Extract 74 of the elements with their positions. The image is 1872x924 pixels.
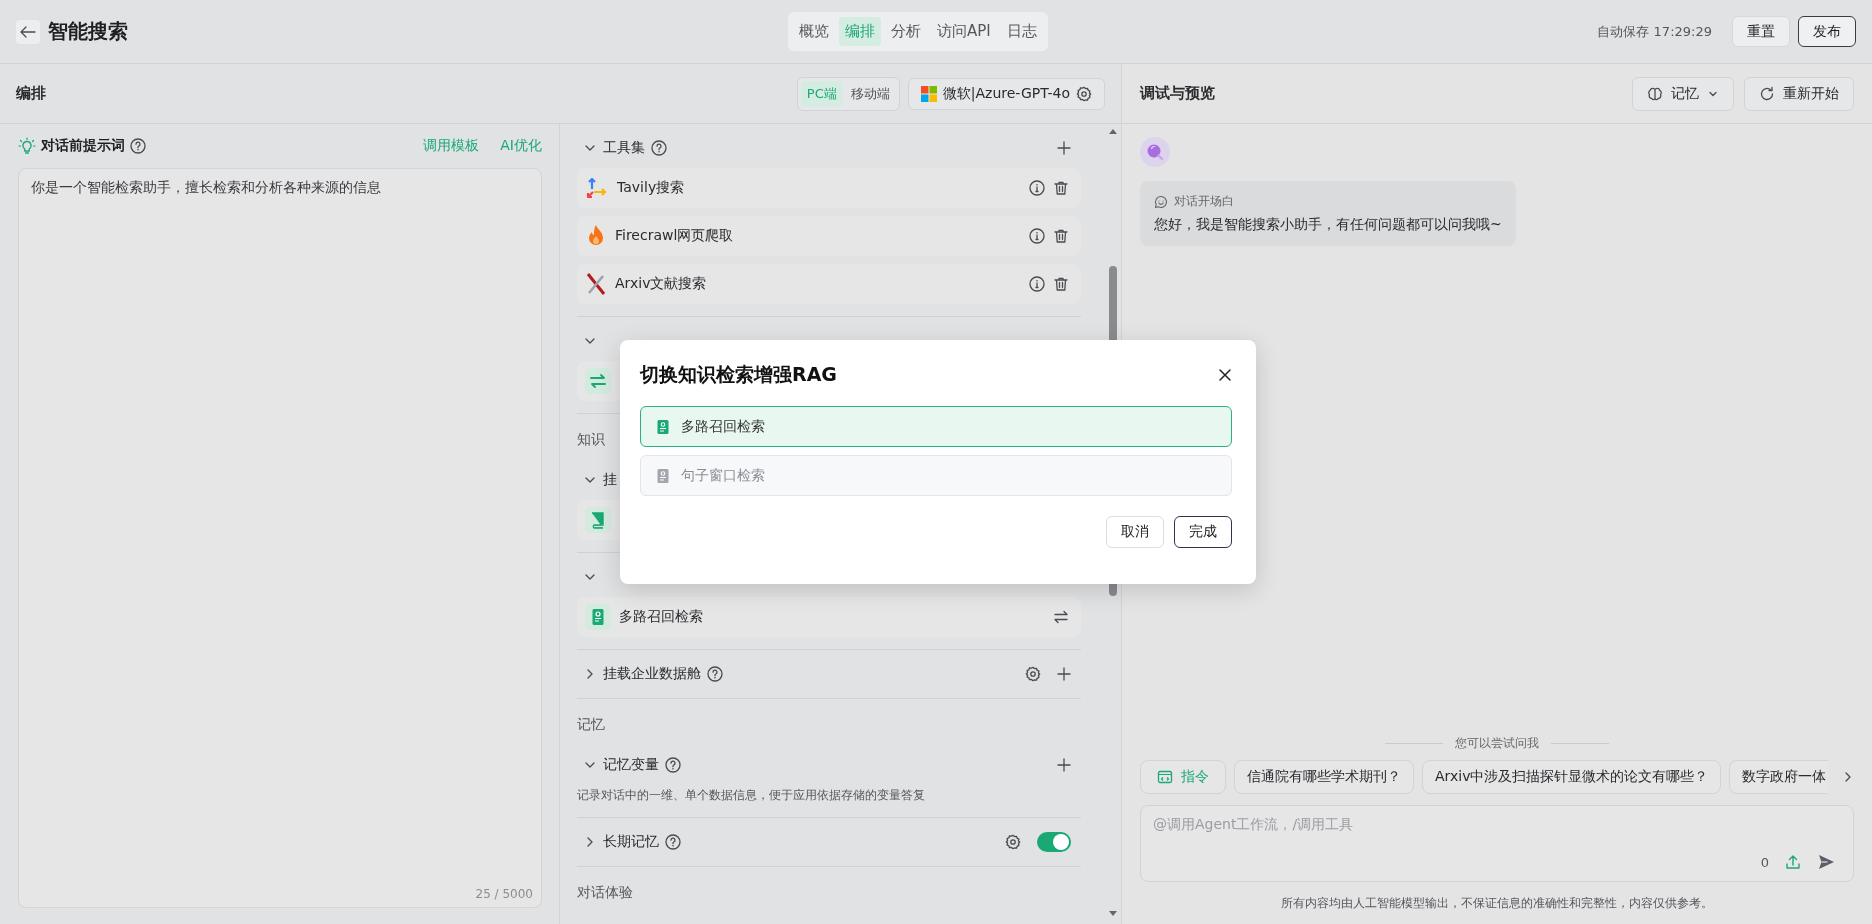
section-label: 知识	[577, 430, 605, 449]
done-button[interactable]: 完成	[1174, 516, 1232, 548]
group-title: 挂	[603, 471, 617, 489]
lightbulb-icon	[18, 137, 36, 155]
nav-tab[interactable]: 分析	[885, 17, 927, 46]
trash-icon[interactable]	[1053, 180, 1069, 196]
tool-name: Arxiv文献搜索	[615, 275, 707, 293]
model-selector[interactable]: 微软|Azure-GPT-4o	[907, 77, 1105, 110]
swap-icon[interactable]	[1053, 609, 1069, 625]
retrieval-option[interactable]: 多路召回检索	[640, 406, 1232, 447]
section-label: 记忆	[577, 715, 605, 734]
four-squares-logo-icon	[920, 85, 937, 102]
app-title: 智能搜索	[48, 18, 128, 45]
prompt-title: 对话前提示词	[41, 137, 125, 155]
settings-icon[interactable]	[1076, 85, 1092, 102]
message-text: 您好，我是智能搜索小助手，有任何问题都可以问我哦~	[1154, 216, 1502, 234]
group-title: 记忆变量	[603, 756, 659, 774]
info-icon[interactable]	[1029, 228, 1045, 244]
tool-name: Firecrawl网页爬取	[615, 227, 734, 245]
cross-logo-icon	[585, 272, 607, 296]
document-icon	[655, 418, 671, 435]
suggestion-chip[interactable]: 数字政府一体	[1729, 760, 1829, 794]
add-icon[interactable]	[1057, 758, 1071, 772]
suggestion-chip[interactable]: Arxiv中涉及扫描探针显微术的论文有哪些？	[1422, 760, 1722, 794]
token-count: 0	[1760, 854, 1769, 870]
info-icon[interactable]	[1029, 276, 1045, 292]
section-title: 编排	[16, 84, 47, 103]
autosave-status: 自动保存 17:29:29	[1597, 22, 1712, 41]
cancel-button[interactable]: 取消	[1106, 516, 1164, 548]
document-icon	[655, 467, 671, 484]
panel-title: 调试与预览	[1140, 84, 1216, 103]
document-tile-icon	[585, 604, 611, 630]
book-tile-icon	[585, 507, 611, 533]
nav-tab[interactable]: 日志	[1000, 17, 1043, 46]
nav-tab[interactable]: 访问API	[931, 17, 997, 46]
group-title: 挂载企业数据舱	[603, 665, 701, 683]
suggestions-label: 您可以尝试问我	[1455, 735, 1539, 752]
device-tab[interactable]: 移动端	[844, 80, 896, 107]
publish-button[interactable]: 发布	[1798, 16, 1856, 47]
reset-button[interactable]: 重置	[1732, 16, 1790, 47]
suggestion-chip[interactable]: 信通院有哪些学术期刊？	[1234, 760, 1414, 794]
add-icon[interactable]	[1057, 667, 1071, 681]
settings-icon[interactable]	[1005, 834, 1021, 850]
opener-label: 对话开场白	[1174, 193, 1234, 210]
toggle-switch[interactable]	[1037, 832, 1071, 852]
chat-input[interactable]: @调用Agent工作流，/调用工具	[1141, 806, 1853, 842]
dialog-title: 切换知识检索增强RAG	[640, 362, 837, 387]
group-description: 记录对话中的一维、单个数据信息，便于应用依据存储的变量答复	[577, 787, 926, 804]
section-label: 对话体验	[577, 883, 633, 902]
settings-icon[interactable]	[1025, 666, 1041, 682]
brain-icon	[1647, 85, 1663, 102]
character-counter: 25 / 5000	[475, 887, 533, 901]
group-title: 长期记忆	[603, 833, 659, 851]
refresh-icon	[1759, 85, 1775, 102]
close-icon[interactable]	[1218, 368, 1232, 382]
chat-smile-icon	[1154, 194, 1168, 209]
disclaimer-text: 所有内容均由人工智能模型输出，不保证信息的准确性和完整性，内容仅供参考。	[1280, 895, 1714, 912]
nav-tab[interactable]: 概览	[793, 17, 835, 46]
info-icon[interactable]	[1029, 180, 1045, 196]
chat-input-box[interactable]: @调用Agent工作流，/调用工具 0	[1140, 805, 1854, 882]
magnifier-avatar-icon	[1140, 137, 1170, 167]
memory-dropdown[interactable]: 记忆	[1632, 76, 1734, 111]
swap-arrows-tile-icon	[585, 368, 611, 394]
trash-icon[interactable]	[1053, 276, 1069, 292]
restart-button[interactable]: 重新开始	[1744, 76, 1854, 111]
group-title: 工具集	[603, 139, 645, 157]
send-icon[interactable]	[1817, 853, 1835, 871]
help-icon	[130, 138, 146, 154]
tool-name: Tavily搜索	[617, 179, 685, 197]
trash-icon[interactable]	[1053, 228, 1069, 244]
arrows-logo-icon	[585, 176, 609, 200]
add-icon[interactable]	[1057, 141, 1071, 155]
code-window-icon	[1157, 769, 1173, 785]
retrieval-mode-name: 多路召回检索	[619, 608, 703, 626]
